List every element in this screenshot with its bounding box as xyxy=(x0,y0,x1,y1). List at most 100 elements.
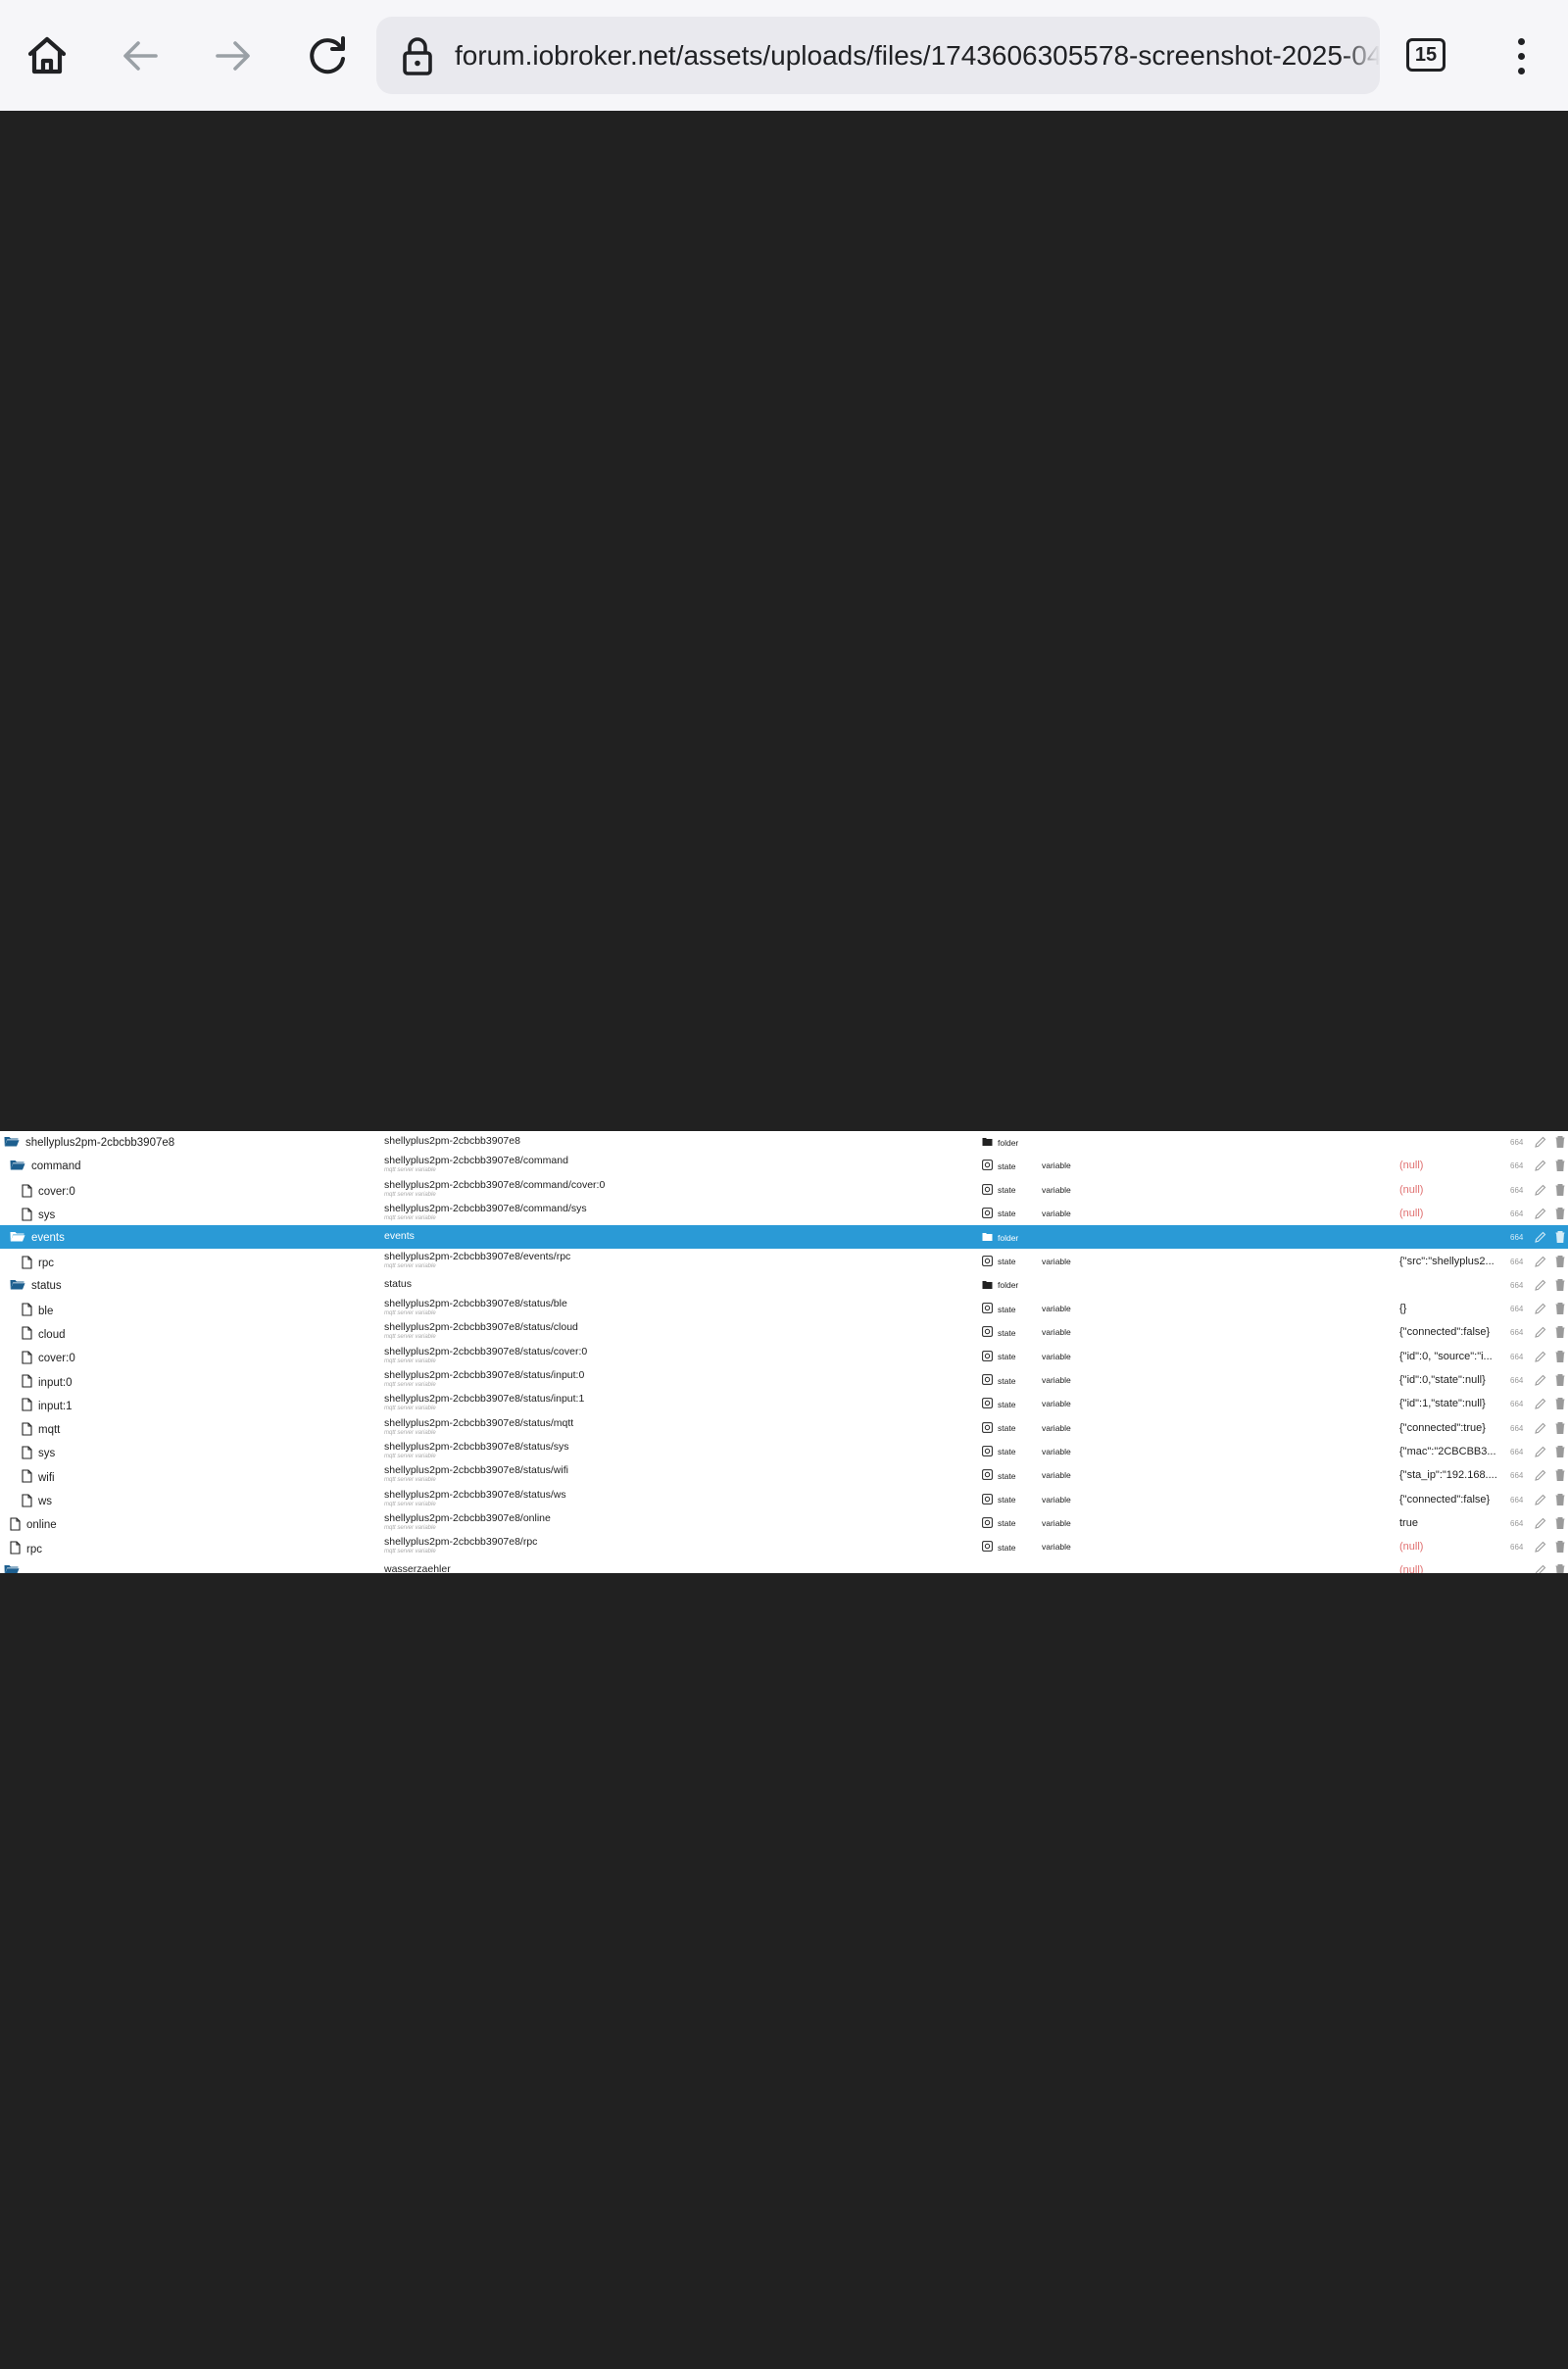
folder-open-icon[interactable] xyxy=(4,1136,20,1150)
object-acl[interactable]: 664 xyxy=(1510,1186,1523,1195)
delete-icon[interactable] xyxy=(1554,1255,1566,1271)
file-icon[interactable] xyxy=(22,1398,32,1414)
back-button[interactable] xyxy=(111,26,170,85)
delete-icon[interactable] xyxy=(1554,1278,1566,1295)
object-acl[interactable]: 664 xyxy=(1510,1328,1523,1337)
object-acl[interactable]: 664 xyxy=(1510,1281,1523,1290)
file-icon[interactable] xyxy=(22,1184,32,1201)
tree-row-name[interactable]: cover:0 xyxy=(22,1184,75,1201)
edit-icon[interactable] xyxy=(1534,1135,1547,1152)
object-value[interactable]: (null) xyxy=(1399,1541,1497,1553)
tree-row[interactable]: sys shellyplus2pm-2cbcbb3907e8/status/sys… xyxy=(0,1440,1568,1463)
object-value[interactable]: (null) xyxy=(1399,1160,1497,1171)
folder-open-icon[interactable] xyxy=(10,1160,25,1173)
tree-row-name[interactable]: ble xyxy=(22,1303,53,1319)
tree-row-name[interactable]: rpc xyxy=(10,1541,42,1557)
folder-open-icon[interactable] xyxy=(4,1564,20,1573)
address-bar[interactable]: forum.iobroker.net/assets/uploads/files/… xyxy=(376,17,1380,94)
file-icon[interactable] xyxy=(22,1351,32,1367)
home-button[interactable] xyxy=(18,26,76,85)
tree-row[interactable]: wasserzaehler (null) xyxy=(0,1558,1568,1573)
delete-icon[interactable] xyxy=(1554,1207,1566,1223)
tree-row-name[interactable]: online xyxy=(10,1517,57,1534)
edit-icon[interactable] xyxy=(1534,1230,1547,1247)
edit-icon[interactable] xyxy=(1534,1397,1547,1413)
tree-row-name[interactable]: rpc xyxy=(22,1255,54,1272)
object-value[interactable]: {"id":1,"state":null} xyxy=(1399,1398,1497,1409)
file-icon[interactable] xyxy=(22,1303,32,1319)
edit-icon[interactable] xyxy=(1534,1350,1547,1366)
object-value[interactable]: {} xyxy=(1399,1303,1497,1314)
object-value[interactable]: {"connected":false} xyxy=(1399,1326,1497,1338)
edit-icon[interactable] xyxy=(1534,1255,1547,1271)
edit-icon[interactable] xyxy=(1534,1540,1547,1556)
tree-row-name[interactable]: shellyplus2pm-2cbcbb3907e8 xyxy=(4,1136,174,1150)
reload-button[interactable] xyxy=(298,26,357,85)
file-icon[interactable] xyxy=(22,1422,32,1439)
file-icon[interactable] xyxy=(10,1541,21,1557)
delete-icon[interactable] xyxy=(1554,1135,1566,1152)
tree-row-name[interactable]: sys xyxy=(22,1208,55,1224)
object-value[interactable]: {"connected":true} xyxy=(1399,1422,1497,1434)
delete-icon[interactable] xyxy=(1554,1373,1566,1390)
tree-row-name[interactable]: ws xyxy=(22,1493,52,1510)
delete-icon[interactable] xyxy=(1554,1493,1566,1509)
tree-row-name[interactable]: command xyxy=(10,1160,81,1173)
tree-row-name[interactable]: mqtt xyxy=(22,1422,60,1439)
object-acl[interactable]: 664 xyxy=(1510,1258,1523,1266)
tree-row[interactable]: cover:0 shellyplus2pm-2cbcbb3907e8/comman… xyxy=(0,1178,1568,1202)
edit-icon[interactable] xyxy=(1534,1468,1547,1485)
tree-row-name[interactable]: wifi xyxy=(22,1469,55,1486)
tree-row[interactable]: wifi shellyplus2pm-2cbcbb3907e8/status/wi… xyxy=(0,1463,1568,1487)
tree-row[interactable]: input:0 shellyplus2pm-2cbcbb3907e8/status… xyxy=(0,1368,1568,1392)
object-acl[interactable]: 664 xyxy=(1510,1305,1523,1313)
object-value[interactable]: {"id":0, "source":"i... xyxy=(1399,1351,1497,1362)
object-value[interactable]: {"id":0,"state":null} xyxy=(1399,1374,1497,1386)
tree-row[interactable]: ble shellyplus2pm-2cbcbb3907e8/status/ble… xyxy=(0,1297,1568,1320)
edit-icon[interactable] xyxy=(1534,1563,1547,1573)
tree-row-name[interactable]: sys xyxy=(22,1446,55,1462)
file-icon[interactable] xyxy=(22,1374,32,1391)
object-acl[interactable]: 664 xyxy=(1510,1496,1523,1505)
tree-row-name[interactable]: events xyxy=(10,1231,65,1245)
tree-row[interactable]: ws shellyplus2pm-2cbcbb3907e8/status/ws mq… xyxy=(0,1488,1568,1511)
tree-row-name[interactable]: cloud xyxy=(22,1326,66,1343)
file-icon[interactable] xyxy=(22,1469,32,1486)
tree-row[interactable]: events events folder 664 xyxy=(0,1225,1568,1250)
folder-open-icon[interactable] xyxy=(10,1231,25,1245)
object-value[interactable]: true xyxy=(1399,1517,1497,1529)
file-icon[interactable] xyxy=(22,1493,32,1510)
file-icon[interactable] xyxy=(22,1255,32,1272)
tree-row[interactable]: command shellyplus2pm-2cbcbb3907e8/comman… xyxy=(0,1154,1568,1177)
object-acl[interactable]: 664 xyxy=(1510,1161,1523,1170)
object-acl[interactable]: 664 xyxy=(1510,1400,1523,1408)
more-vert-icon[interactable] xyxy=(1499,26,1543,85)
object-acl[interactable]: 664 xyxy=(1510,1424,1523,1433)
file-icon[interactable] xyxy=(22,1326,32,1343)
delete-icon[interactable] xyxy=(1554,1230,1566,1247)
object-value[interactable]: {"mac":"2CBCBB3... xyxy=(1399,1446,1497,1457)
tree-row[interactable]: rpc shellyplus2pm-2cbcbb3907e8/rpc mqtt se… xyxy=(0,1535,1568,1558)
delete-icon[interactable] xyxy=(1554,1421,1566,1438)
tree-row[interactable]: shellyplus2pm-2cbcbb3907e8 shellyplus2pm-… xyxy=(0,1131,1568,1154)
tab-switcher-button[interactable]: 15 xyxy=(1406,38,1446,72)
tree-row[interactable]: sys shellyplus2pm-2cbcbb3907e8/command/sy… xyxy=(0,1202,1568,1225)
tree-row[interactable]: rpc shellyplus2pm-2cbcbb3907e8/events/rpc… xyxy=(0,1250,1568,1273)
object-acl[interactable]: 664 xyxy=(1510,1543,1523,1552)
delete-icon[interactable] xyxy=(1554,1563,1566,1573)
object-acl[interactable]: 664 xyxy=(1510,1233,1523,1242)
edit-icon[interactable] xyxy=(1534,1207,1547,1223)
file-icon[interactable] xyxy=(10,1517,21,1534)
edit-icon[interactable] xyxy=(1534,1278,1547,1295)
edit-icon[interactable] xyxy=(1534,1445,1547,1461)
tree-row[interactable]: mqtt shellyplus2pm-2cbcbb3907e8/status/mq… xyxy=(0,1416,1568,1440)
edit-icon[interactable] xyxy=(1534,1421,1547,1438)
object-acl[interactable]: 664 xyxy=(1510,1448,1523,1456)
object-acl[interactable]: 664 xyxy=(1510,1519,1523,1528)
delete-icon[interactable] xyxy=(1554,1516,1566,1533)
tree-row-name[interactable]: cover:0 xyxy=(22,1351,75,1367)
object-acl[interactable]: 664 xyxy=(1510,1209,1523,1218)
object-value[interactable]: {"sta_ip":"192.168.... xyxy=(1399,1469,1497,1481)
lock-icon[interactable] xyxy=(396,34,439,77)
tree-row-name[interactable]: input:1 xyxy=(22,1398,73,1414)
